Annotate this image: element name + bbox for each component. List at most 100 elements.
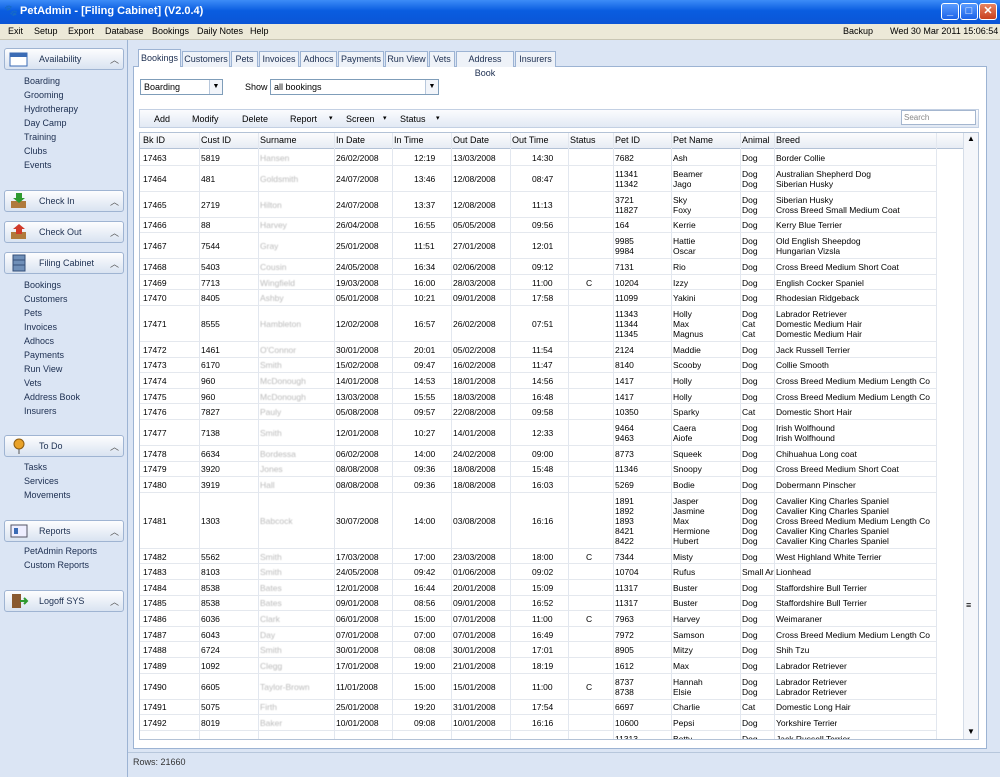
menu-export[interactable]: Export bbox=[68, 26, 94, 36]
table-row[interactable]: 17490 6605 Taylor-Brown 11/01/2008 15:00 15/0… bbox=[140, 674, 936, 700]
table-row[interactable]: 17484 8538 Bates 12/01/2008 16:44 20/01/2008 1… bbox=[140, 580, 936, 596]
table-row[interactable]: 17488 6724 Smith 30/01/2008 08:08 30/01/2008 1… bbox=[140, 642, 936, 658]
table-row[interactable]: 17471 8555 Hambleton 12/02/2008 16:57 26/02/2… bbox=[140, 306, 936, 342]
section-reports[interactable]: Reports ︿ bbox=[4, 520, 124, 542]
add-button[interactable]: Add bbox=[154, 114, 170, 124]
table-row[interactable]: 17474 960 McDonough 14/01/2008 14:53 18/01/20… bbox=[140, 373, 936, 389]
menu-database[interactable]: Database bbox=[105, 26, 144, 36]
scroll-down-icon[interactable]: ▼ bbox=[967, 727, 975, 736]
column-header[interactable]: Out Date bbox=[453, 135, 489, 145]
table-row[interactable]: 17472 1461 O'Connor 30/01/2008 20:01 05/02/20… bbox=[140, 342, 936, 358]
table-row[interactable]: 17463 5819 Hansen 26/02/2008 12:19 13/03/2008… bbox=[140, 150, 936, 166]
chevron-up-icon[interactable]: ︿ bbox=[110, 595, 119, 608]
tab-adhocs[interactable]: Adhocs bbox=[300, 51, 337, 67]
vertical-scrollbar[interactable]: ▲ ≡ ▼ bbox=[963, 133, 978, 739]
table-row[interactable]: 17492 8019 Baker 10/01/2008 09:08 10/01/2008 1… bbox=[140, 715, 936, 731]
column-header[interactable]: In Date bbox=[336, 135, 365, 145]
column-header[interactable]: Pet ID bbox=[615, 135, 640, 145]
column-header[interactable]: Bk ID bbox=[143, 135, 165, 145]
sidebar-item-run-view[interactable]: Run View bbox=[24, 364, 62, 374]
menu-daily-notes[interactable]: Daily Notes bbox=[197, 26, 243, 36]
minimize-button[interactable]: _ bbox=[941, 3, 959, 20]
sidebar-item-adhocs[interactable]: Adhocs bbox=[24, 336, 54, 346]
tab-bookings[interactable]: Bookings bbox=[138, 49, 181, 67]
chevron-up-icon[interactable]: ︿ bbox=[110, 226, 119, 239]
tab-address-book[interactable]: Address Book bbox=[456, 51, 514, 78]
table-row[interactable]: 17466 88 Harvey 26/04/2008 16:55 05/05/2008 09… bbox=[140, 218, 936, 234]
delete-button[interactable]: Delete bbox=[242, 114, 268, 124]
show-select[interactable]: all bookings ▼ bbox=[270, 79, 439, 95]
sidebar-item-invoices[interactable]: Invoices bbox=[24, 322, 57, 332]
report-menu[interactable]: Report bbox=[290, 114, 317, 124]
column-header[interactable]: Animal bbox=[742, 135, 770, 145]
section-availability[interactable]: Availability ︿ bbox=[4, 48, 124, 70]
chevron-up-icon[interactable]: ︿ bbox=[110, 525, 119, 538]
chevron-down-icon[interactable]: ▼ bbox=[425, 80, 438, 94]
table-row[interactable]: 17469 7713 Wingfield 19/03/2008 16:00 28/03/2… bbox=[140, 275, 936, 291]
table-row[interactable]: 17477 7138 Smith 12/01/2008 10:27 14/01/2008 1… bbox=[140, 420, 936, 446]
chevron-down-icon[interactable]: ▾ bbox=[436, 114, 440, 122]
sidebar-item-services[interactable]: Services bbox=[24, 476, 59, 486]
sidebar-item-address-book[interactable]: Address Book bbox=[24, 392, 80, 402]
table-row[interactable]: 17478 6634 Bordessa 06/02/2008 14:00 24/02/20… bbox=[140, 446, 936, 462]
section-logoff[interactable]: Logoff SYS ︿ bbox=[4, 590, 124, 612]
sidebar-item-payments[interactable]: Payments bbox=[24, 350, 64, 360]
column-header[interactable]: In Time bbox=[394, 135, 424, 145]
sidebar-item-day-camp[interactable]: Day Camp bbox=[24, 118, 67, 128]
table-row[interactable]: 17470 8405 Ashby 05/01/2008 10:21 09/01/2008 1… bbox=[140, 290, 936, 306]
screen-menu[interactable]: Screen bbox=[346, 114, 375, 124]
table-row[interactable]: 17473 6170 Smith 15/02/2008 09:47 16/02/2008 1… bbox=[140, 358, 936, 374]
menu-bookings[interactable]: Bookings bbox=[152, 26, 189, 36]
chevron-up-icon[interactable]: ︿ bbox=[110, 53, 119, 66]
table-row[interactable]: 17468 5403 Cousin 24/05/2008 16:34 02/06/2008… bbox=[140, 259, 936, 275]
sidebar-item-boarding[interactable]: Boarding bbox=[24, 76, 60, 86]
sidebar-item-pets[interactable]: Pets bbox=[24, 308, 42, 318]
column-header[interactable]: Out Time bbox=[512, 135, 549, 145]
table-row[interactable]: 17486 6036 Clark 06/01/2008 15:00 07/01/2008 1… bbox=[140, 611, 936, 627]
close-button[interactable]: ✕ bbox=[979, 3, 997, 20]
table-row[interactable]: 17480 3919 Hall 08/08/2008 09:36 18/08/2008 16… bbox=[140, 477, 936, 493]
tab-invoices[interactable]: Invoices bbox=[259, 51, 299, 67]
table-row[interactable]: 17489 1092 Clegg 17/01/2008 19:00 21/01/2008 1… bbox=[140, 658, 936, 674]
chevron-up-icon[interactable]: ︿ bbox=[110, 440, 119, 453]
sidebar-item-hydrotherapy[interactable]: Hydrotherapy bbox=[24, 104, 78, 114]
booking-type-select[interactable]: Boarding ▼ bbox=[140, 79, 223, 95]
column-header[interactable]: Pet Name bbox=[673, 135, 713, 145]
sidebar-item-custom-reports[interactable]: Custom Reports bbox=[24, 560, 89, 570]
scroll-up-icon[interactable]: ▲ bbox=[967, 134, 975, 143]
sidebar-item-clubs[interactable]: Clubs bbox=[24, 146, 47, 156]
maximize-button[interactable]: □ bbox=[960, 3, 978, 20]
chevron-up-icon[interactable]: ︿ bbox=[110, 195, 119, 208]
table-row[interactable]: 17475 960 McDonough 13/03/2008 15:55 18/03/20… bbox=[140, 389, 936, 405]
tab-run-view[interactable]: Run View bbox=[385, 51, 428, 67]
table-row[interactable]: 17483 8103 Smith 24/05/2008 09:42 01/06/2008 0… bbox=[140, 564, 936, 580]
sidebar-item-training[interactable]: Training bbox=[24, 132, 56, 142]
table-row[interactable]: 17476 7827 Pauly 05/08/2008 09:57 22/08/2008 0… bbox=[140, 404, 936, 420]
status-menu[interactable]: Status bbox=[400, 114, 426, 124]
table-row[interactable]: 17485 8538 Bates 09/01/2008 08:56 09/01/2008 1… bbox=[140, 596, 936, 612]
chevron-down-icon[interactable]: ▾ bbox=[329, 114, 333, 122]
table-row[interactable]: 17491 5075 Firth 25/01/2008 19:20 31/01/2008 1… bbox=[140, 700, 936, 716]
section-check-out[interactable]: Check Out ︿ bbox=[4, 221, 124, 243]
table-row[interactable]: 17481 1303 Babcock 30/07/2008 14:00 03/08/200… bbox=[140, 493, 936, 549]
section-filing-cabinet[interactable]: Filing Cabinet ︿ bbox=[4, 252, 124, 274]
sidebar-item-petadmin-reports[interactable]: PetAdmin Reports bbox=[24, 546, 97, 556]
chevron-down-icon[interactable]: ▾ bbox=[383, 114, 387, 122]
menu-exit[interactable]: Exit bbox=[8, 26, 23, 36]
table-row[interactable]: 17479 3920 Jones 08/08/2008 09:36 18/08/2008 1… bbox=[140, 462, 936, 478]
sidebar-item-customers[interactable]: Customers bbox=[24, 294, 68, 304]
sidebar-item-vets[interactable]: Vets bbox=[24, 378, 42, 388]
modify-button[interactable]: Modify bbox=[192, 114, 219, 124]
column-header[interactable]: Breed bbox=[776, 135, 800, 145]
tab-customers[interactable]: Customers bbox=[182, 51, 230, 67]
column-header[interactable]: Surname bbox=[260, 135, 297, 145]
sidebar-item-events[interactable]: Events bbox=[24, 160, 52, 170]
column-header[interactable]: Status bbox=[570, 135, 596, 145]
tab-vets[interactable]: Vets bbox=[429, 51, 455, 67]
table-row[interactable]: 17482 5562 Smith 17/03/2008 17:00 23/03/2008 1… bbox=[140, 549, 936, 565]
menu-setup[interactable]: Setup bbox=[34, 26, 58, 36]
table-row[interactable]: 17487 6043 Day 07/01/2008 07:00 07/01/2008 16:… bbox=[140, 627, 936, 643]
backup-button[interactable]: Backup bbox=[843, 26, 873, 36]
table-row[interactable]: 17465 2719 Hilton 24/07/2008 13:37 12/08/2008… bbox=[140, 192, 936, 218]
column-header[interactable]: Cust ID bbox=[201, 135, 231, 145]
